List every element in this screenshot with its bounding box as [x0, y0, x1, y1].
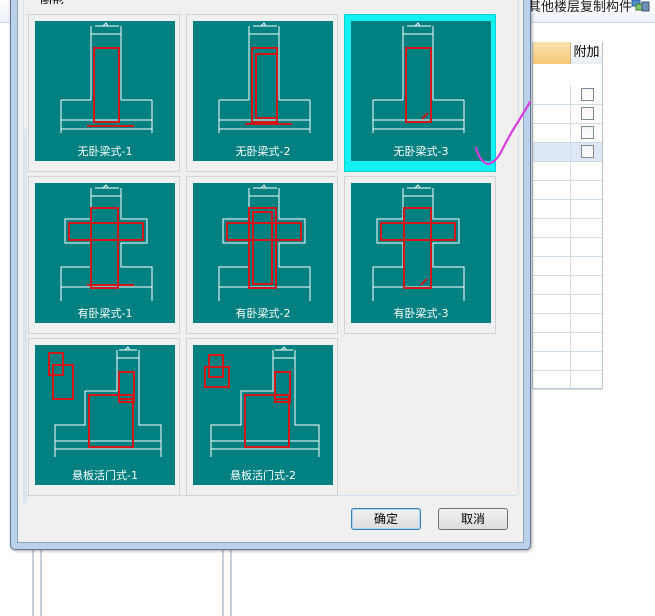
shape-option-label: 有卧梁式-1	[77, 307, 133, 320]
group-title: 图形	[38, 0, 67, 4]
grid-row[interactable]	[533, 181, 602, 200]
grid-row[interactable]	[533, 314, 602, 333]
no-beam-1-diagram	[60, 22, 153, 133]
shape-option-label: 悬板活门式-2	[230, 469, 296, 482]
copy-layers-icon[interactable]	[631, 0, 651, 14]
shape-option-label: 有卧梁式-2	[235, 307, 291, 320]
with-beam-3-diagram	[372, 184, 465, 301]
background-divider	[222, 548, 224, 616]
shape-option-label: 有卧梁式-3	[393, 307, 449, 320]
shape-option-4[interactable]: 有卧梁式-1	[28, 176, 180, 334]
hand-drawn-check-annotation	[474, 100, 532, 166]
grid-row[interactable]	[533, 371, 602, 390]
shape-thumbnail: 悬板活门式-2	[193, 345, 333, 485]
shape-option-8[interactable]: 悬板活门式-2	[186, 338, 338, 496]
shape-thumbnail: 有卧梁式-1	[35, 183, 175, 323]
shape-thumbnail: 有卧梁式-3	[351, 183, 491, 323]
background-divider	[230, 548, 232, 616]
shape-option-label: 悬板活门式-1	[72, 469, 138, 482]
grid-row[interactable]	[533, 238, 602, 257]
grid-row[interactable]	[533, 86, 602, 105]
grid-row[interactable]	[533, 333, 602, 352]
shape-select-dialog: 图形	[10, 0, 531, 550]
grid-row[interactable]	[533, 276, 602, 295]
background-grid: 附加	[532, 42, 603, 390]
shape-option-6[interactable]: 有卧梁式-3	[344, 176, 496, 334]
grid-row[interactable]	[533, 257, 602, 276]
shape-option-2[interactable]: 无卧梁式-2	[186, 14, 338, 172]
shape-thumbnail: 无卧梁式-1	[35, 21, 175, 161]
with-beam-1-diagram	[60, 184, 153, 301]
cancel-button[interactable]: 取消	[438, 508, 508, 530]
grid-row[interactable]	[533, 200, 602, 219]
dialog-client-area: 图形	[17, 0, 524, 543]
no-beam-2-diagram	[218, 22, 311, 133]
grid-row[interactable]	[533, 105, 602, 124]
ok-button[interactable]: 确定	[351, 508, 421, 530]
shape-option-5[interactable]: 有卧梁式-2	[186, 176, 338, 334]
shape-option-7[interactable]: 悬板活门式-1	[28, 338, 180, 496]
shape-thumbnail: 无卧梁式-2	[193, 21, 333, 161]
hanging-door-1-diagram	[48, 346, 162, 457]
grid-row[interactable]	[533, 295, 602, 314]
grid-header-attach: 附加	[571, 42, 602, 64]
grid-header-cell	[533, 42, 571, 64]
shape-thumbnail: 有卧梁式-2	[193, 183, 333, 323]
attach-checkbox[interactable]	[581, 107, 594, 120]
shape-option-label: 无卧梁式-1	[77, 145, 133, 158]
copy-from-other-floor-button[interactable]: 其他楼层复制构件	[528, 0, 632, 15]
shape-option-1[interactable]: 无卧梁式-1	[28, 14, 180, 172]
attach-checkbox[interactable]	[581, 145, 594, 158]
attach-checkbox[interactable]	[581, 126, 594, 139]
hanging-door-2-diagram	[204, 346, 320, 457]
shape-option-label: 无卧梁式-2	[235, 145, 291, 158]
grid-row[interactable]	[533, 162, 602, 181]
grid-row-selected[interactable]	[533, 143, 602, 162]
background-divider	[40, 548, 42, 616]
background-divider	[32, 548, 34, 616]
shape-thumbnail: 悬板活门式-1	[35, 345, 175, 485]
grid-row[interactable]	[533, 219, 602, 238]
grid-row[interactable]	[533, 352, 602, 371]
with-beam-2-diagram	[218, 184, 311, 301]
grid-row[interactable]	[533, 124, 602, 143]
attach-checkbox[interactable]	[581, 88, 594, 101]
